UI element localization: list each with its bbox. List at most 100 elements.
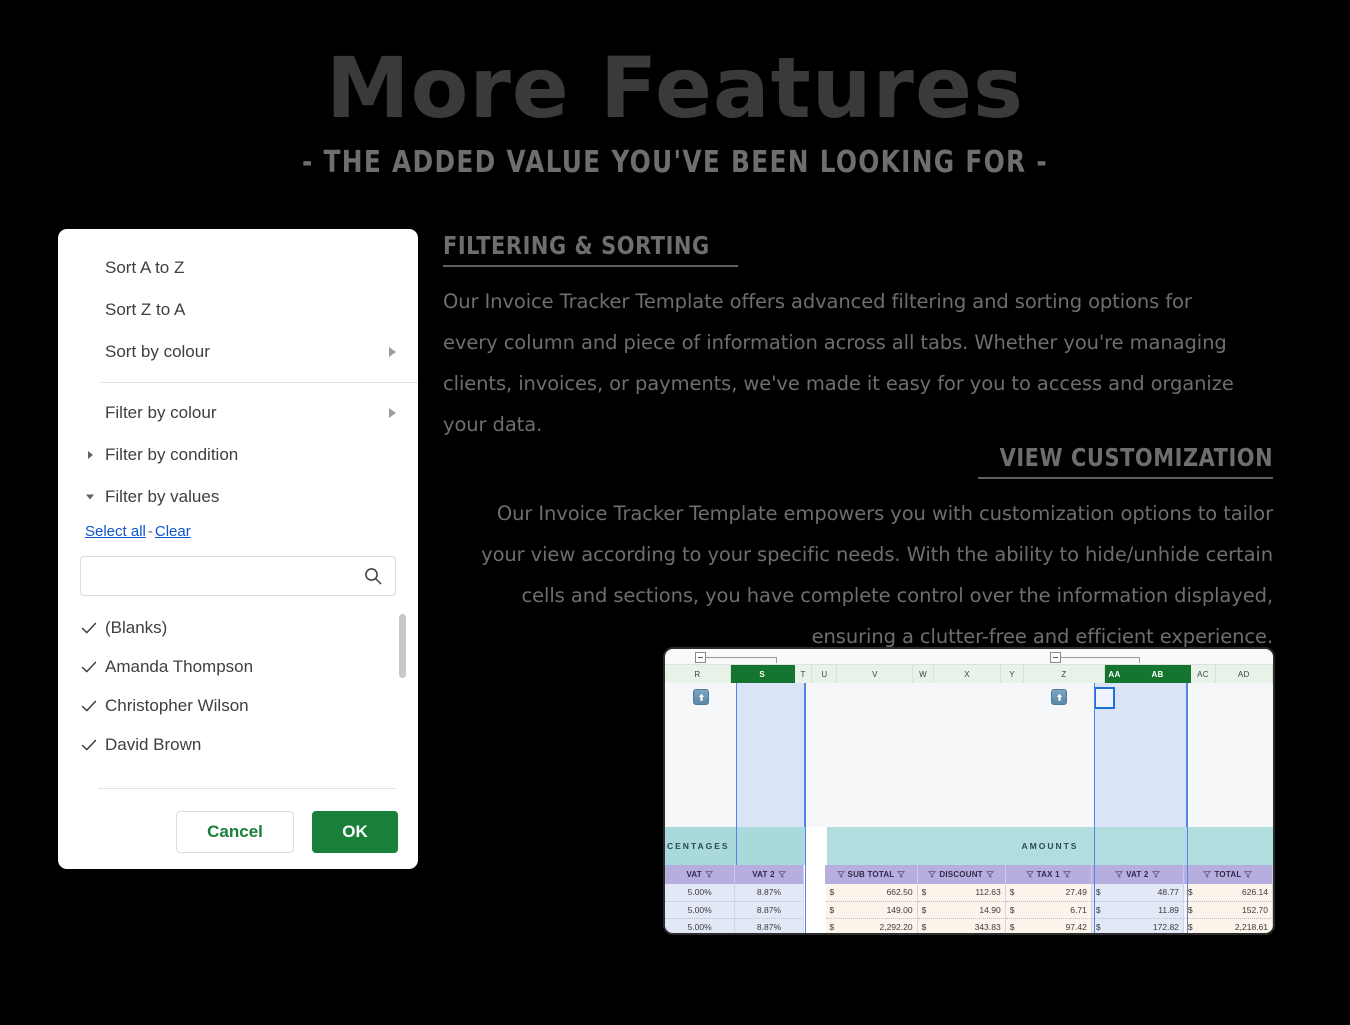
table-gap: [803, 901, 826, 919]
header-label: VAT 2: [1126, 870, 1149, 879]
column-header-Y[interactable]: Y: [1001, 665, 1024, 683]
cell-value: 112.63: [975, 887, 1001, 898]
menu-item-filter-by-colour[interactable]: Filter by colour: [58, 392, 418, 434]
cell-value: 11.89: [1158, 904, 1179, 915]
band-label-amounts: AMOUNTS: [827, 827, 1273, 865]
cell-value: 48.77: [1157, 887, 1179, 898]
filter-values-list[interactable]: (Blanks) Amanda Thompson Christopher Wil…: [58, 608, 418, 780]
currency-symbol: $: [829, 887, 835, 898]
anchor-up-icon[interactable]: [1051, 689, 1067, 705]
group-bracket: [706, 657, 777, 663]
cell-vat: 5.00%: [665, 884, 736, 902]
list-item[interactable]: David Brown: [58, 725, 418, 764]
menu-item-label: Filter by values: [105, 487, 220, 506]
cell-discount: $343.83: [917, 919, 1006, 933]
collapse-minus-icon[interactable]: [1050, 652, 1061, 663]
column-header-AA[interactable]: AA: [1105, 665, 1125, 683]
filter-icon[interactable]: [777, 870, 786, 880]
filter-icon[interactable]: [1151, 870, 1160, 880]
menu-item-filter-by-values[interactable]: Filter by values: [58, 476, 418, 518]
clear-link[interactable]: Clear: [155, 523, 191, 540]
column-header-V[interactable]: V: [837, 665, 914, 683]
cancel-button[interactable]: Cancel: [176, 811, 294, 853]
section-heading: VIEW CUSTOMIZATION: [999, 443, 1273, 472]
filter-icon[interactable]: [704, 870, 713, 880]
filter-icon[interactable]: [1114, 870, 1124, 880]
section-body: Our Invoice Tracker Template empowers yo…: [481, 502, 1273, 648]
search-icon: [363, 566, 383, 591]
triangle-down-icon: [86, 494, 94, 500]
cell-value: 2,218.61: [1234, 922, 1269, 933]
table-row[interactable]: 5.00% 8.87% $149.00 $14.90 $6.71 $11.89 …: [665, 901, 1273, 919]
band-gap: [805, 827, 827, 865]
currency-symbol: $: [829, 922, 835, 933]
anchor-up-icon[interactable]: [693, 689, 709, 705]
filter-icon[interactable]: [1062, 870, 1071, 880]
cell-value: 662.50: [886, 887, 913, 898]
column-header-sub-total[interactable]: SUB TOTAL: [825, 865, 918, 884]
column-header-W[interactable]: W: [913, 665, 934, 683]
check-icon: [80, 619, 98, 637]
column-header-vat[interactable]: VAT: [665, 865, 736, 884]
ok-button[interactable]: OK: [312, 811, 398, 853]
column-header-vat-2[interactable]: VAT 2: [735, 865, 804, 884]
cell-value: 152.70: [1242, 904, 1269, 915]
table-gap: [803, 919, 826, 933]
filter-icon[interactable]: [1025, 870, 1034, 880]
column-header-U[interactable]: U: [812, 665, 838, 683]
column-header-R[interactable]: R: [665, 665, 731, 683]
cell-value: 2,292.20: [879, 922, 913, 933]
spreadsheet-screenshot: R S T U V W X Y Z AA AB AC AD CENTAGES A…: [663, 647, 1275, 935]
column-header-Z[interactable]: Z: [1023, 665, 1106, 683]
filter-icon[interactable]: [836, 870, 845, 880]
table-row[interactable]: 5.00% 8.87% $2,292.20 $343.83 $97.42 $17…: [665, 919, 1273, 933]
menu-item-filter-by-condition[interactable]: Filter by condition: [58, 434, 418, 476]
currency-symbol: $: [1009, 887, 1015, 898]
filter-icon[interactable]: [985, 870, 994, 880]
column-header-T[interactable]: T: [794, 665, 813, 683]
filter-search-box[interactable]: [80, 556, 396, 596]
menu-item-label: Sort A to Z: [105, 258, 185, 277]
column-group-bar: [665, 649, 1273, 665]
cell-vat2-amount: $172.82: [1091, 919, 1184, 933]
list-item[interactable]: (Blanks): [58, 608, 418, 647]
column-group-right[interactable]: [1050, 652, 1140, 664]
list-item[interactable]: Amanda Thompson: [58, 647, 418, 686]
table-row[interactable]: 5.00% 8.87% $662.50 $112.63 $27.49 $48.7…: [665, 884, 1273, 902]
filter-icon[interactable]: [897, 870, 906, 880]
menu-item-sort-by-colour[interactable]: Sort by colour: [58, 331, 418, 373]
data-table: VAT VAT 2 SUB TOTAL DISCOUNT TAX 1 VAT 2…: [665, 865, 1273, 933]
collapse-minus-icon[interactable]: [695, 652, 706, 663]
page-title: More Features: [326, 39, 1024, 137]
menu-item-sort-a-to-z[interactable]: Sort A to Z: [58, 247, 418, 289]
menu-item-label: Filter by condition: [105, 445, 239, 464]
column-header-AB[interactable]: AB: [1124, 665, 1192, 683]
cell-value: 343.83: [974, 922, 1001, 933]
filter-icon[interactable]: [1203, 870, 1212, 880]
menu-item-sort-z-to-a[interactable]: Sort Z to A: [58, 289, 418, 331]
cell-total: $152.70: [1183, 901, 1273, 919]
column-header-S[interactable]: S: [730, 665, 795, 683]
column-header-total[interactable]: TOTAL: [1183, 865, 1273, 884]
list-item-label: David Brown: [105, 734, 202, 754]
list-item[interactable]: Christopher Wilson: [58, 686, 418, 725]
column-group-left[interactable]: [695, 652, 777, 664]
column-header-tax-1[interactable]: TAX 1: [1005, 865, 1092, 884]
column-header-X[interactable]: X: [933, 665, 1002, 683]
currency-symbol: $: [1095, 887, 1101, 898]
filter-icon[interactable]: [928, 870, 937, 880]
search-input[interactable]: [81, 567, 395, 585]
column-header-AD[interactable]: AD: [1215, 665, 1273, 683]
currency-symbol: $: [1095, 922, 1101, 933]
filter-icon[interactable]: [1244, 870, 1253, 880]
cell-tax1: $27.49: [1005, 884, 1092, 902]
select-all-link[interactable]: Select all: [85, 523, 146, 540]
check-icon: [80, 697, 98, 715]
column-header-vat-2-amount[interactable]: VAT 2: [1091, 865, 1184, 884]
currency-symbol: $: [1187, 922, 1193, 933]
list-item-label: Amanda Thompson: [105, 656, 254, 676]
active-cell-AA[interactable]: [1094, 687, 1115, 709]
column-header-AC[interactable]: AC: [1191, 665, 1216, 683]
check-icon: [80, 736, 98, 754]
column-header-discount[interactable]: DISCOUNT: [917, 865, 1006, 884]
